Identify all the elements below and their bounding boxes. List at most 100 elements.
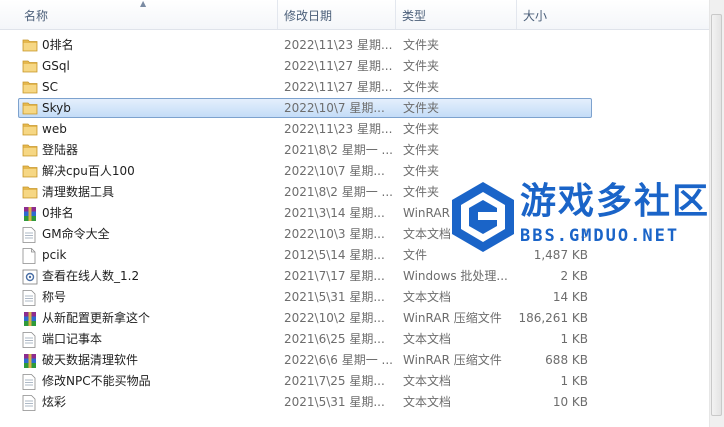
file-size: 2 KB bbox=[560, 269, 588, 283]
folder-icon bbox=[22, 164, 38, 178]
file-size: 14 KB bbox=[552, 290, 588, 304]
blank-file-icon bbox=[22, 248, 38, 264]
file-name: 炫彩 bbox=[42, 395, 67, 409]
file-name: SC bbox=[42, 80, 58, 94]
file-date: 2012\5\14 星期... bbox=[284, 248, 385, 262]
winrar-archive-icon bbox=[22, 311, 38, 326]
column-header-type-label: 类型 bbox=[402, 9, 427, 23]
text-document-icon bbox=[22, 395, 38, 411]
file-row[interactable]: Skyb 2022\10\7 星期... 文件夹 bbox=[0, 98, 724, 119]
file-name: 清理数据工具 bbox=[42, 185, 115, 199]
file-date: 2021\6\25 星期... bbox=[284, 332, 385, 346]
file-date: 2022\11\23 星期... bbox=[284, 38, 393, 52]
file-date: 2022\10\2 星期... bbox=[284, 311, 385, 325]
file-row[interactable]: GSql 2022\11\27 星期... 文件夹 bbox=[0, 56, 724, 77]
file-type: Windows 批处理... bbox=[403, 269, 508, 283]
column-header-bar: 名称 ▲ 修改日期 类型 大小 bbox=[0, 0, 724, 30]
file-name: 称号 bbox=[42, 290, 67, 304]
file-size bbox=[515, 35, 588, 56]
file-type: 文件夹 bbox=[403, 101, 440, 115]
folder-icon bbox=[22, 38, 38, 52]
file-row[interactable]: web 2022\11\23 星期... 文件夹 bbox=[0, 119, 724, 140]
column-header-type[interactable]: 类型 bbox=[395, 0, 515, 29]
file-type: 文本文档 bbox=[403, 332, 452, 346]
file-date: 2021\5\31 星期... bbox=[284, 395, 385, 409]
watermark-title: 游戏多社区 bbox=[520, 181, 711, 222]
text-document-icon bbox=[22, 290, 38, 306]
file-type: WinRAR 压缩文件 bbox=[403, 311, 502, 325]
folder-icon bbox=[22, 122, 38, 136]
folder-icon bbox=[22, 101, 38, 115]
column-header-date-label: 修改日期 bbox=[284, 9, 333, 23]
folder-icon bbox=[22, 143, 38, 157]
file-date: 2021\7\25 星期... bbox=[284, 374, 385, 388]
file-date: 2021\7\17 星期... bbox=[284, 269, 385, 283]
file-name: 解决cpu百人100 bbox=[42, 164, 135, 178]
file-row[interactable]: 0排名 2022\11\23 星期... 文件夹 bbox=[0, 35, 724, 56]
column-header-date[interactable]: 修改日期 bbox=[277, 0, 394, 29]
file-size bbox=[515, 140, 588, 161]
watermark-logo: 游戏多社区 BBS.GMDUO.NET bbox=[448, 178, 722, 258]
file-date: 2022\10\7 星期... bbox=[284, 101, 385, 115]
file-date: 2022\11\23 星期... bbox=[284, 122, 393, 136]
file-type: 文本文档 bbox=[403, 395, 452, 409]
file-date: 2021\5\31 星期... bbox=[284, 290, 385, 304]
file-name: 端口记事本 bbox=[42, 332, 103, 346]
column-header-size-label: 大小 bbox=[523, 9, 548, 23]
file-type: WinRAR 压缩文件 bbox=[403, 353, 502, 367]
file-type: 文本文档 bbox=[403, 374, 452, 388]
file-name: GSql bbox=[42, 59, 70, 73]
file-type: 文件夹 bbox=[403, 80, 440, 94]
file-size: 1 KB bbox=[560, 374, 588, 388]
file-date: 2022\11\27 星期... bbox=[284, 59, 393, 73]
sort-ascending-icon: ▲ bbox=[140, 0, 147, 8]
file-type: 文件夹 bbox=[403, 59, 440, 73]
file-name: 0排名 bbox=[42, 206, 74, 220]
file-date: 2022\11\27 星期... bbox=[284, 80, 393, 94]
file-row[interactable]: 端口记事本 2021\6\25 星期... 文本文档 1 KB bbox=[0, 329, 724, 350]
watermark-url: BBS.GMDUO.NET bbox=[520, 226, 680, 246]
file-size: 10 KB bbox=[552, 395, 588, 409]
file-date: 2022\10\3 星期... bbox=[284, 227, 385, 241]
file-date: 2022\6\6 星期一 ... bbox=[284, 353, 393, 367]
file-row[interactable]: 修改NPC不能买物品 2021\7\25 星期... 文本文档 1 KB bbox=[0, 371, 724, 392]
text-document-icon bbox=[22, 332, 38, 348]
file-name: web bbox=[42, 122, 67, 136]
file-name: 0排名 bbox=[42, 38, 74, 52]
file-name: 修改NPC不能买物品 bbox=[42, 374, 151, 388]
text-document-icon bbox=[22, 227, 38, 243]
file-row[interactable]: SC 2022\11\27 星期... 文件夹 bbox=[0, 77, 724, 98]
file-name: Skyb bbox=[42, 101, 71, 115]
winrar-archive-icon bbox=[22, 206, 38, 221]
file-date: 2021\3\14 星期... bbox=[284, 206, 385, 220]
file-row[interactable]: 从新配置更新拿这个 2022\10\2 星期... WinRAR 压缩文件 186,2… bbox=[0, 308, 724, 329]
file-row[interactable]: 炫彩 2021\5\31 星期... 文本文档 10 KB bbox=[0, 392, 724, 413]
file-type: 文件夹 bbox=[403, 143, 440, 157]
file-size bbox=[515, 98, 588, 119]
file-date: 2021\8\2 星期一 ... bbox=[284, 185, 393, 199]
file-date: 2021\8\2 星期一 ... bbox=[284, 143, 393, 157]
column-header-size[interactable]: 大小 bbox=[516, 0, 598, 29]
file-size bbox=[515, 56, 588, 77]
file-row[interactable]: 登陆器 2021\8\2 星期一 ... 文件夹 bbox=[0, 140, 724, 161]
file-type: 文件夹 bbox=[403, 122, 440, 136]
file-size bbox=[515, 77, 588, 98]
folder-icon bbox=[22, 80, 38, 94]
file-name: pcik bbox=[42, 248, 67, 262]
file-row[interactable]: 查看在线人数_1.2 2021\7\17 星期... Windows 批处理... 2… bbox=[0, 266, 724, 287]
file-type: 文件夹 bbox=[403, 38, 440, 52]
file-date: 2022\10\7 星期... bbox=[284, 164, 385, 178]
column-header-name-label: 名称 bbox=[24, 9, 49, 23]
file-row[interactable]: 破天数据清理软件 2022\6\6 星期一 ... WinRAR 压缩文件 688 K… bbox=[0, 350, 724, 371]
file-size: 186,261 KB bbox=[518, 311, 588, 325]
file-name: GM命令大全 bbox=[42, 227, 110, 241]
text-document-icon bbox=[22, 374, 38, 390]
file-size: 1 KB bbox=[560, 332, 588, 346]
gmduo-logo-icon bbox=[452, 182, 514, 252]
file-size bbox=[515, 119, 588, 140]
file-name: 从新配置更新拿这个 bbox=[42, 311, 151, 325]
file-row[interactable]: 称号 2021\5\31 星期... 文本文档 14 KB bbox=[0, 287, 724, 308]
file-name: 登陆器 bbox=[42, 143, 79, 157]
file-size: 688 KB bbox=[545, 353, 588, 367]
file-name: 破天数据清理软件 bbox=[42, 353, 139, 367]
